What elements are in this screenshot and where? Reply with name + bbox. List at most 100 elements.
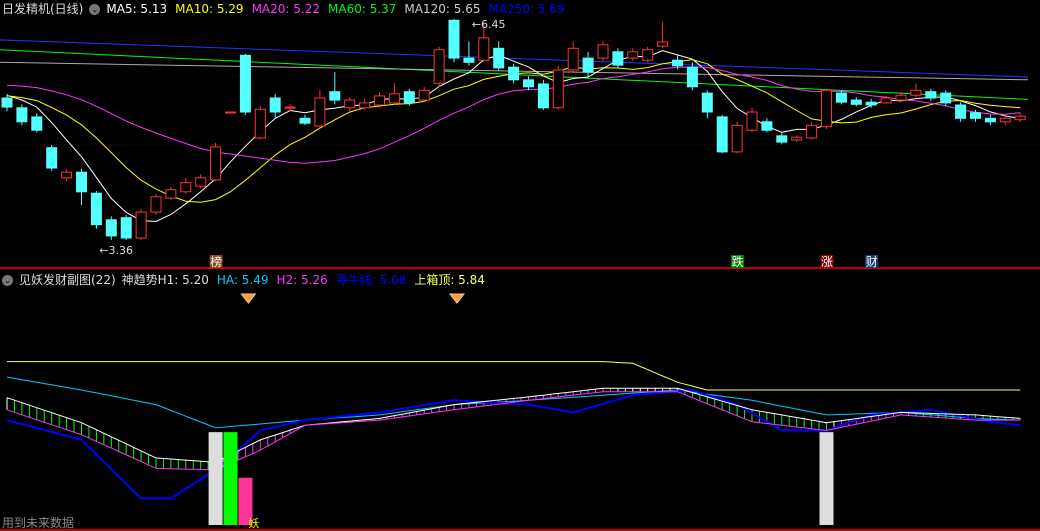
candle-body [597, 44, 609, 59]
candle-body [433, 49, 445, 84]
candle-body [374, 95, 385, 106]
chevron-down-icon[interactable]: ⌄ [2, 274, 13, 286]
candle-body [329, 91, 341, 101]
candle-body [135, 211, 147, 239]
chart-canvas[interactable]: ←6.45 ←3.36 榜 跌 涨 财妖 [0, 0, 1040, 531]
main-chart-header: 日发精机(日线) ⌄ MA5: 5.13 MA10: 5.29 MA20: 5.22… [2, 1, 565, 17]
candle-body [31, 116, 43, 131]
candle-body [165, 189, 177, 199]
candle-body [388, 93, 400, 104]
candle-body [761, 121, 773, 131]
footer-note: 用到未来数据 [2, 516, 75, 530]
candle-body [791, 136, 803, 141]
chevron-down-icon[interactable]: ⌄ [89, 3, 101, 15]
ma-0: MA5: 5.13 [106, 2, 168, 16]
ma-2: MA20: 5.22 [251, 2, 320, 16]
candle-body [850, 99, 862, 105]
candle-body [225, 111, 236, 114]
sub-legend: 神趋势H1: 5.20 HA: 5.49 H2: 5.26 寻牛线: 5.08 上箱顶:… [122, 272, 485, 288]
candle-body [612, 51, 624, 66]
candle-body [210, 146, 222, 181]
sub-1: HA: 5.49 [216, 273, 269, 287]
candle-body [46, 147, 58, 169]
diamond-icon [448, 293, 466, 304]
candle-body [76, 171, 87, 193]
candle-body [478, 37, 490, 61]
candle-body [642, 49, 654, 61]
ma-legend: MA5: 5.13 MA10: 5.29 MA20: 5.22 MA60: 5.37 M… [106, 1, 564, 17]
candle-body [448, 19, 460, 59]
sub-4: 上箱顶: 5.84 [414, 273, 485, 287]
candle-body [746, 111, 758, 131]
candle-body [254, 108, 266, 139]
low-price-label: ←3.36 [99, 244, 133, 257]
candle-body [508, 66, 520, 81]
diamond-icon [240, 293, 257, 304]
candle-body [359, 102, 371, 109]
candle-body [269, 97, 281, 113]
candle-body [940, 92, 952, 104]
candle-body [657, 41, 669, 47]
candle-body [314, 97, 326, 127]
stock-title: 日发精机(日线) [2, 2, 84, 16]
candle-body [910, 89, 922, 96]
ma-3: MA60: 5.37 [328, 2, 397, 16]
signal-marker-1: 跌 [732, 254, 744, 269]
candle-body [672, 59, 683, 67]
candle-body [567, 47, 579, 71]
candle-body [686, 66, 698, 88]
candle-body [880, 97, 892, 104]
candle-body [955, 104, 967, 119]
candle-body [299, 117, 311, 124]
candle-body [582, 57, 594, 73]
candle-body [493, 47, 505, 69]
ma-1: MA10: 5.29 [175, 2, 244, 16]
candle-body [1, 97, 13, 108]
candle-body [731, 124, 743, 153]
candle-body [284, 106, 296, 109]
candle-body [344, 99, 356, 109]
candle-body [835, 92, 847, 103]
candle-body [999, 117, 1011, 123]
candle-body [418, 89, 430, 101]
candle-body [1014, 115, 1026, 121]
candle-body [806, 124, 818, 139]
candle-body [552, 69, 564, 109]
candle-body [463, 57, 475, 63]
sub-chart-title: 见妖发财副图(22) [19, 273, 116, 287]
candle-body [120, 217, 132, 239]
signal-marker-3: 财 [866, 255, 878, 269]
candle-body [523, 79, 534, 88]
candle-body [16, 107, 28, 123]
candle-body [537, 83, 549, 109]
signal-bar [208, 432, 223, 525]
candle-body [895, 94, 907, 101]
sub-chart-header: ⌄ 见妖发财副图(22) 神趋势H1: 5.20 HA: 5.49 H2: 5.26… [2, 272, 485, 288]
signal-marker-0: 榜 [210, 254, 222, 269]
signal-bar [223, 432, 238, 525]
candle-body [925, 91, 937, 99]
signal-bar [819, 432, 834, 525]
signal-marker-2: 涨 [821, 254, 833, 269]
candle-body [90, 192, 102, 226]
yao-label: 妖 [248, 516, 259, 530]
candle-body [865, 101, 877, 106]
candle-body [61, 171, 73, 179]
candle-body [701, 92, 713, 113]
ma-5: MA250: 5.69 [488, 2, 565, 16]
candle-body [150, 196, 162, 213]
ma-4: MA120: 5.65 [404, 2, 481, 16]
candle-body [821, 89, 832, 128]
candle-body [239, 54, 251, 113]
high-price-label: ←6.45 [472, 18, 506, 31]
candle-body [105, 219, 117, 237]
candle-body [776, 135, 788, 143]
sub-line-上箱顶 [7, 361, 1021, 391]
sub-0: 神趋势H1: 5.20 [121, 273, 209, 287]
candle-body [627, 51, 639, 59]
candle-body [180, 182, 192, 193]
sub-2: H2: 5.26 [276, 273, 328, 287]
candle-body [716, 116, 728, 153]
candle-body [970, 112, 981, 119]
candle-body [403, 91, 415, 104]
